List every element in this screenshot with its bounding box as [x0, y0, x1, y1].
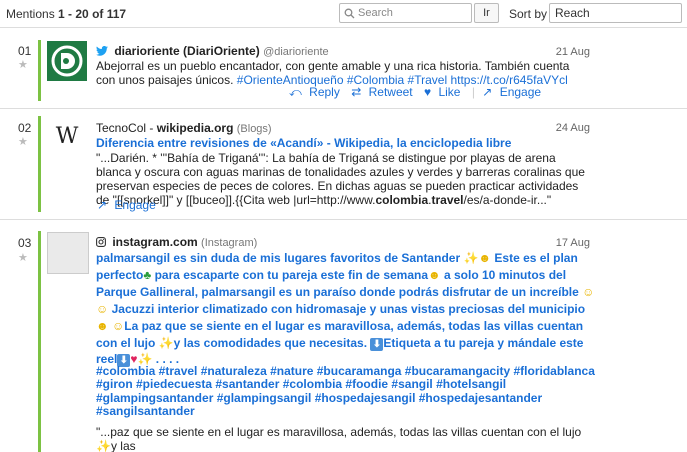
source-site[interactable]: instagram.com	[112, 235, 197, 249]
mention-excerpt: "...paz que se siente en el lugar es mar…	[96, 425, 582, 452]
avatar[interactable]	[47, 41, 87, 81]
mention-text: Abejorral es un pueblo encantador, con g…	[96, 59, 570, 87]
mention-source: TecnoCol - wikipedia.org (Blogs)	[96, 121, 272, 135]
like-button[interactable]: ♥ Like	[424, 85, 464, 99]
instagram-icon	[96, 237, 106, 247]
reply-icon: ⤺	[289, 85, 302, 99]
relieved-face-icon: ☺	[111, 318, 125, 333]
retweet-icon: ⇄	[351, 85, 362, 99]
go-button[interactable]: Ir	[474, 3, 499, 23]
mention-date: 24 Aug	[555, 122, 590, 134]
down-arrow-icon: ⬇	[370, 337, 384, 351]
source-handle: @diarioriente	[263, 46, 329, 58]
source-name[interactable]: diarioriente (DiariOriente)	[114, 44, 259, 58]
mention-source: diarioriente (DiariOriente) @diariorient…	[96, 44, 329, 58]
sparkles-icon: ✨	[96, 439, 111, 452]
sort-label: Sort by	[509, 7, 548, 21]
star-icon[interactable]: ★	[18, 135, 28, 148]
sort-select[interactable]: Reach	[549, 3, 682, 23]
mention-caption[interactable]: palmarsangil es sin duda de mis lugares …	[96, 250, 596, 368]
source-name[interactable]: TecnoCol	[96, 121, 146, 135]
search-box[interactable]	[339, 3, 472, 23]
mention-title[interactable]: Diferencia entre revisiones de «Acandí» …	[96, 136, 588, 150]
reply-button[interactable]: ⤺ Reply	[289, 85, 344, 99]
status-bar	[38, 231, 41, 452]
wikipedia-icon[interactable]: W	[47, 122, 87, 162]
mentions-count: Mentions 1 - 20 of 117	[6, 7, 127, 21]
heart-icon: ♥	[423, 85, 432, 99]
avatar[interactable]	[47, 232, 89, 274]
mention-index: 01	[18, 44, 32, 58]
mention-date: 21 Aug	[555, 46, 590, 58]
engage-button[interactable]: ↗ Engage	[482, 85, 545, 99]
divider	[0, 27, 687, 28]
star-icon[interactable]: ★	[18, 58, 28, 71]
sparkles-icon: ✨	[463, 251, 479, 265]
heart-eyes-icon: ☻	[428, 267, 441, 282]
mention-date: 17 Aug	[555, 237, 590, 249]
smiling-hearts-icon: ☻	[96, 318, 109, 333]
status-bar	[38, 116, 41, 212]
twitter-icon	[96, 45, 108, 56]
mention-actions: ⤺ Reply ⇄ Retweet ♥ Like | ↗ Engage	[289, 85, 549, 100]
mention-index: 03	[18, 236, 32, 250]
search-icon	[344, 8, 355, 19]
divider	[0, 108, 687, 109]
palm-tree-icon: ♣	[143, 267, 152, 282]
sparkles-icon: ✨	[158, 335, 174, 350]
retweet-button[interactable]: ⇄ Retweet	[351, 85, 416, 99]
engage-icon: ↗	[97, 198, 108, 212]
mention-actions: ↗ Engage	[97, 198, 164, 212]
diarioriente-logo-icon	[47, 41, 87, 81]
mention-text: "...Darién. * '''Bahía de Triganá''': La…	[96, 151, 585, 207]
mention-hashtags[interactable]: #colombia #travel #naturaleza #nature #b…	[96, 364, 596, 418]
divider	[0, 219, 687, 220]
engage-icon: ↗	[482, 85, 493, 99]
source-site[interactable]: wikipedia.org	[157, 121, 234, 135]
separator: |	[471, 85, 475, 99]
search-input[interactable]	[358, 6, 468, 20]
engage-button[interactable]: ↗ Engage	[97, 198, 160, 212]
star-struck-icon: ☻	[478, 251, 492, 265]
mention-index: 02	[18, 121, 32, 135]
status-bar	[38, 40, 41, 101]
toolbar: Mentions 1 - 20 of 117 Ir Sort by Reach	[0, 0, 687, 27]
star-icon[interactable]: ★	[18, 251, 28, 264]
mention-source: instagram.com (Instagram)	[96, 235, 257, 249]
